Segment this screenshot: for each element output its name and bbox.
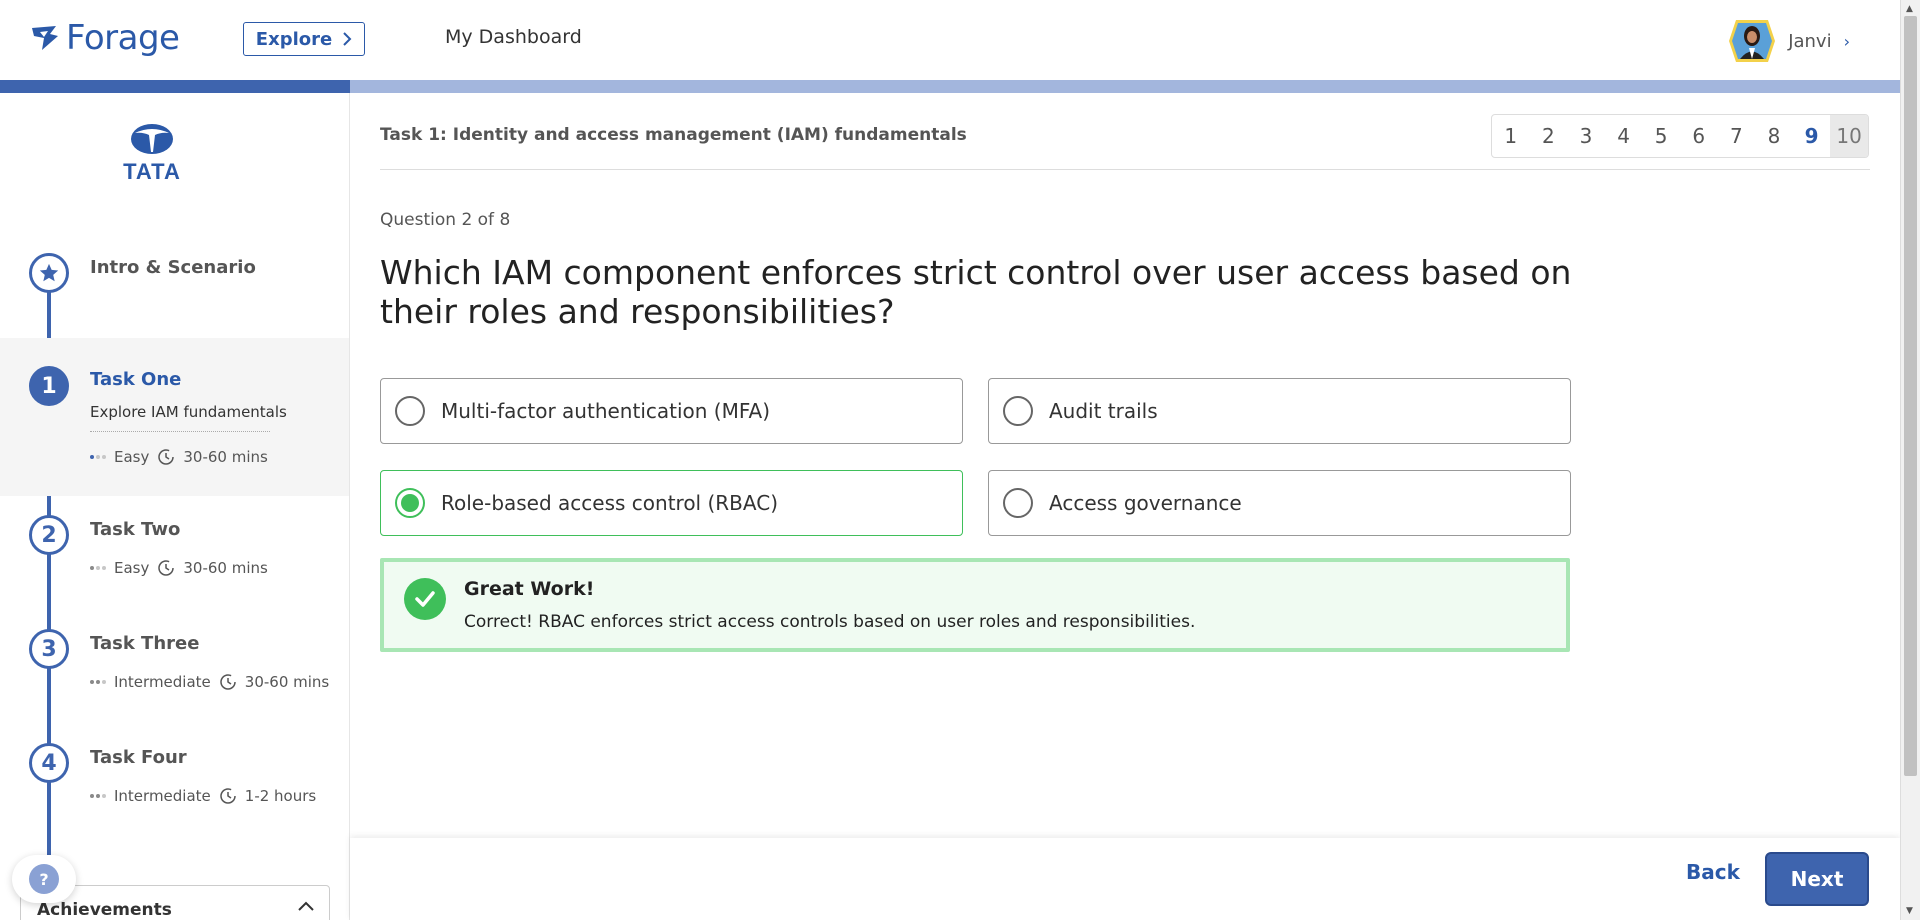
radio-dot (401, 494, 419, 512)
page-number[interactable]: 2 (1530, 115, 1568, 157)
difficulty-label: Intermediate (114, 673, 211, 691)
sidebar-item-intro[interactable]: Intro & Scenario (0, 243, 349, 333)
task-header: Task 1: Identity and access management (… (380, 125, 967, 145)
footer-nav: Back Next (350, 838, 1900, 920)
page-number[interactable]: 6 (1680, 115, 1718, 157)
clock-icon (220, 788, 236, 804)
task-number: 4 (29, 743, 69, 783)
task-meta: Intermediate 30-60 mins (90, 673, 329, 691)
sidebar-item-task-four[interactable]: 4 Task Four Intermediate 1-2 hours (0, 731, 349, 831)
difficulty-label: Easy (114, 448, 150, 466)
page-number[interactable]: 8 (1755, 115, 1793, 157)
feedback-banner: Great Work! Correct! RBAC enforces stric… (380, 558, 1570, 652)
task-meta: Easy 30-60 mins (90, 448, 268, 466)
task-number: 1 (29, 366, 69, 406)
option-audit-trails[interactable]: Audit trails (988, 378, 1571, 444)
feedback-title: Great Work! (464, 578, 595, 600)
company-name: TATA (123, 159, 181, 184)
user-menu[interactable]: Janvi › (1728, 18, 1850, 64)
page-scrollbar[interactable]: ▲ ▼ (1900, 0, 1920, 920)
forage-logo[interactable]: Forage (30, 18, 180, 58)
duration-label: 30-60 mins (183, 559, 268, 577)
star-icon (29, 253, 69, 293)
company-logo: TATA (122, 123, 182, 185)
scroll-up-icon[interactable]: ▲ (1906, 4, 1913, 14)
page-number[interactable]: 7 (1718, 115, 1756, 157)
task-meta: Easy 30-60 mins (90, 559, 268, 577)
explore-button[interactable]: Explore (243, 22, 365, 56)
difficulty-label: Intermediate (114, 787, 211, 805)
help-button[interactable]: ? (12, 855, 76, 903)
sidebar-item-task-two[interactable]: 2 Task Two Easy 30-60 mins (0, 503, 349, 603)
back-button[interactable]: Back (1686, 860, 1740, 884)
question-text: Which IAM component enforces strict cont… (380, 253, 1572, 331)
task-title: Task Two (90, 519, 181, 540)
achievements-label: Achievements (37, 900, 172, 920)
difficulty-label: Easy (114, 559, 150, 577)
page-number[interactable]: 1 (1492, 115, 1530, 157)
feedback-text: Correct! RBAC enforces strict access con… (464, 612, 1196, 632)
chevron-right-icon: › (1843, 31, 1850, 51)
question-pager: 1 2 3 4 5 6 7 8 9 10 (1491, 114, 1869, 158)
clock-icon (158, 560, 175, 576)
task-sidebar: TATA Intro & Scenario 1 Task One Explore… (0, 93, 350, 920)
radio-button[interactable] (395, 396, 425, 426)
page-number[interactable]: 3 (1567, 115, 1605, 157)
difficulty-icon (90, 794, 106, 798)
page-number[interactable]: 4 (1605, 115, 1643, 157)
checkmark-icon (404, 578, 446, 620)
difficulty-icon (90, 680, 106, 684)
radio-button[interactable] (1003, 488, 1033, 518)
task-title: Task Four (90, 747, 187, 768)
explore-label: Explore (255, 28, 333, 50)
question-counter: Question 2 of 8 (380, 210, 511, 230)
page-number[interactable]: 5 (1642, 115, 1680, 157)
duration-label: 30-60 mins (183, 448, 268, 466)
page-number[interactable]: 9 (1793, 115, 1831, 157)
task-meta: Intermediate 1-2 hours (90, 787, 316, 805)
scrollbar-thumb[interactable] (1904, 16, 1917, 776)
top-header: Forage Explore My Dashboard Janvi › (0, 0, 1900, 80)
task-number: 2 (29, 515, 69, 555)
sidebar-item-task-three[interactable]: 3 Task Three Intermediate 30-60 mins (0, 617, 349, 717)
option-label: Access governance (1049, 491, 1242, 515)
difficulty-icon (90, 566, 106, 570)
option-label: Role-based access control (RBAC) (441, 491, 778, 515)
scroll-down-icon[interactable]: ▼ (1906, 906, 1913, 916)
clock-icon (158, 449, 175, 465)
sidebar-item-task-one[interactable]: 1 Task One Explore IAM fundamentals Easy… (0, 338, 349, 496)
task-number: 3 (29, 629, 69, 669)
difficulty-icon (90, 455, 106, 459)
option-access-governance[interactable]: Access governance (988, 470, 1571, 536)
page-number[interactable]: 10 (1830, 115, 1868, 157)
task-subtitle: Explore IAM fundamentals (90, 403, 287, 421)
tata-logo-icon (131, 124, 173, 154)
help-icon: ? (29, 864, 59, 894)
task-title: Task Three (90, 633, 200, 654)
next-button[interactable]: Next (1765, 852, 1869, 906)
duration-label: 30-60 mins (244, 673, 330, 691)
intro-title: Intro & Scenario (90, 257, 256, 278)
option-label: Multi-factor authentication (MFA) (441, 399, 771, 423)
duration-label: 1-2 hours (244, 787, 317, 805)
option-mfa[interactable]: Multi-factor authentication (MFA) (380, 378, 963, 444)
chevron-up-icon (297, 896, 315, 917)
radio-button-checked[interactable] (395, 488, 425, 518)
option-label: Audit trails (1049, 399, 1158, 423)
task-divider (90, 431, 270, 432)
progress-fill (0, 80, 350, 93)
my-dashboard-link[interactable]: My Dashboard (445, 26, 582, 48)
avatar (1729, 20, 1776, 62)
forage-logo-icon (32, 26, 58, 50)
chevron-right-icon (343, 32, 352, 46)
task-title: Task One (90, 369, 182, 390)
logo-text: Forage (66, 18, 180, 58)
user-name: Janvi (1788, 30, 1832, 52)
divider (380, 169, 1870, 170)
option-rbac[interactable]: Role-based access control (RBAC) (380, 470, 963, 536)
clock-icon (220, 674, 236, 690)
radio-button[interactable] (1003, 396, 1033, 426)
course-progress-bar (0, 80, 1900, 93)
question-panel: Task 1: Identity and access management (… (350, 93, 1900, 920)
